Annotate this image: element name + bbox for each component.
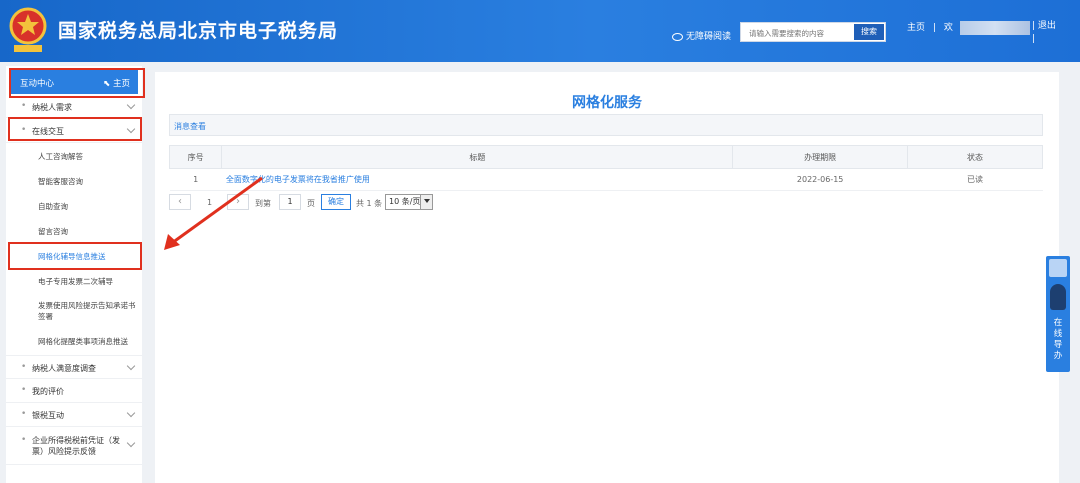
user-star-icon	[1049, 259, 1067, 277]
column-header: 办理期限	[732, 145, 908, 169]
current-page[interactable]: 1	[207, 198, 212, 207]
highlight-box	[8, 117, 142, 141]
column-header: 状态	[906, 145, 1044, 169]
accessible-reading-link[interactable]: 无障碍阅读	[672, 29, 731, 42]
goto-label: 到第	[255, 199, 271, 208]
blurred-username	[959, 20, 1030, 35]
highlight-box	[9, 68, 145, 98]
site-title: 国家税务总局北京市电子税务局	[58, 20, 339, 42]
logout-link[interactable]: 退出	[1038, 21, 1056, 31]
separator: |	[1032, 21, 1036, 31]
highlight-box	[8, 242, 142, 270]
message-title-link[interactable]: 全面数字化的电子发票将在我省推广使用	[221, 168, 733, 191]
search-button[interactable]: 搜索	[854, 24, 884, 40]
sidebar-item-label: 纳税人需求	[32, 103, 72, 112]
total-count: 共 1 条	[356, 199, 383, 208]
sidebar-subitem-label: 自助查询	[38, 202, 68, 211]
sidebar-item-label: 我的评价	[32, 387, 64, 396]
top-links: 主页 | 欢	[907, 20, 1035, 35]
online-guide-label: 在线导办	[1053, 318, 1063, 361]
page-size-value: 10 条/页	[389, 197, 421, 206]
confirm-button[interactable]: 确定	[321, 194, 351, 210]
column-header: 序号	[168, 145, 223, 169]
tab-bar: 消息查看	[169, 114, 1043, 136]
accessible-reading-label: 无障碍阅读	[686, 32, 732, 42]
status-cell: 已读	[907, 168, 1043, 191]
goto-page-input[interactable]: 1	[279, 194, 301, 210]
bullet-icon: •	[21, 362, 27, 372]
sidebar-item-taxpayer-needs[interactable]: • 纳税人需求	[6, 96, 142, 118]
sidebar-item-label: 纳税人满意度调查	[32, 364, 96, 373]
sidebar-item-label: 银税互动	[32, 411, 64, 420]
sidebar-item-income-tax-voucher-risk[interactable]: • 企业所得税税前凭证（发票）风险提示反馈	[6, 427, 142, 465]
tab-message-view[interactable]: 消息查看	[174, 121, 206, 132]
sidebar-subitem-label: 网格化提醒类事项消息推送	[38, 337, 128, 346]
home-link[interactable]: 主页	[907, 23, 925, 33]
search-box: 搜索	[740, 22, 886, 42]
chevron-down-icon	[126, 438, 136, 448]
sidebar-item-bank-tax[interactable]: • 银税互动	[6, 403, 142, 427]
column-header: 标题	[221, 145, 734, 169]
table-row: 1 全面数字化的电子发票将在我省推广使用 2022-06-15 已读	[169, 168, 1043, 191]
top-header: 国家税务总局北京市电子税务局 无障碍阅读 搜索 主页 | 欢 | 退出 |	[0, 0, 1080, 62]
separator: |	[932, 23, 936, 33]
bullet-icon: •	[21, 385, 27, 395]
next-page-button[interactable]: ›	[227, 194, 249, 210]
bullet-icon: •	[21, 101, 27, 111]
online-guide-panel[interactable]: 在线导办	[1046, 256, 1070, 372]
chevron-down-icon	[126, 100, 136, 110]
sidebar-item-my-evaluation[interactable]: • 我的评价	[6, 379, 142, 403]
separator: |	[1032, 34, 1036, 44]
search-input[interactable]	[747, 24, 861, 42]
eye-icon	[672, 32, 683, 41]
dropdown-arrow-icon	[420, 195, 432, 209]
sidebar-subitem-label: 智能客服咨询	[38, 177, 83, 186]
logout-area: | 退出 |	[1032, 20, 1056, 46]
sidebar-item-label: 企业所得税税前凭证（发票）风险提示反馈	[32, 436, 120, 456]
bullet-icon: •	[21, 409, 27, 419]
assistant-avatar-icon	[1050, 284, 1066, 310]
chevron-down-icon	[126, 361, 136, 371]
row-number: 1	[169, 168, 222, 191]
sidebar-subitem-label: 电子专用发票二次辅导	[38, 277, 113, 286]
deadline-cell: 2022-06-15	[732, 168, 908, 191]
main-content: 网格化服务 消息查看 序号 标题 办理期限 状态 1 全面数字化的电子发票将在我…	[155, 72, 1059, 483]
page-unit: 页	[307, 199, 315, 208]
table-header-row: 序号 标题 办理期限 状态	[168, 145, 1044, 169]
sidebar-subitem-label: 留言咨询	[38, 227, 68, 236]
sidebar-subitem-label: 人工咨询解答	[38, 152, 83, 161]
page-title: 网格化服务	[572, 95, 642, 111]
message-table: 序号 标题 办理期限 状态 1 全面数字化的电子发票将在我省推广使用 2022-…	[168, 145, 1044, 191]
sidebar-item-satisfaction-survey[interactable]: • 纳税人满意度调查	[6, 355, 142, 379]
chevron-down-icon	[126, 408, 136, 418]
welcome-text: 欢	[943, 23, 953, 33]
national-emblem-icon	[9, 7, 47, 52]
page-size-select[interactable]: 10 条/页	[385, 194, 433, 210]
bullet-icon: •	[21, 435, 27, 445]
prev-page-button[interactable]: ‹	[169, 194, 191, 210]
sidebar-subitem-label: 发票使用风险提示告知承诺书签署	[38, 301, 136, 321]
